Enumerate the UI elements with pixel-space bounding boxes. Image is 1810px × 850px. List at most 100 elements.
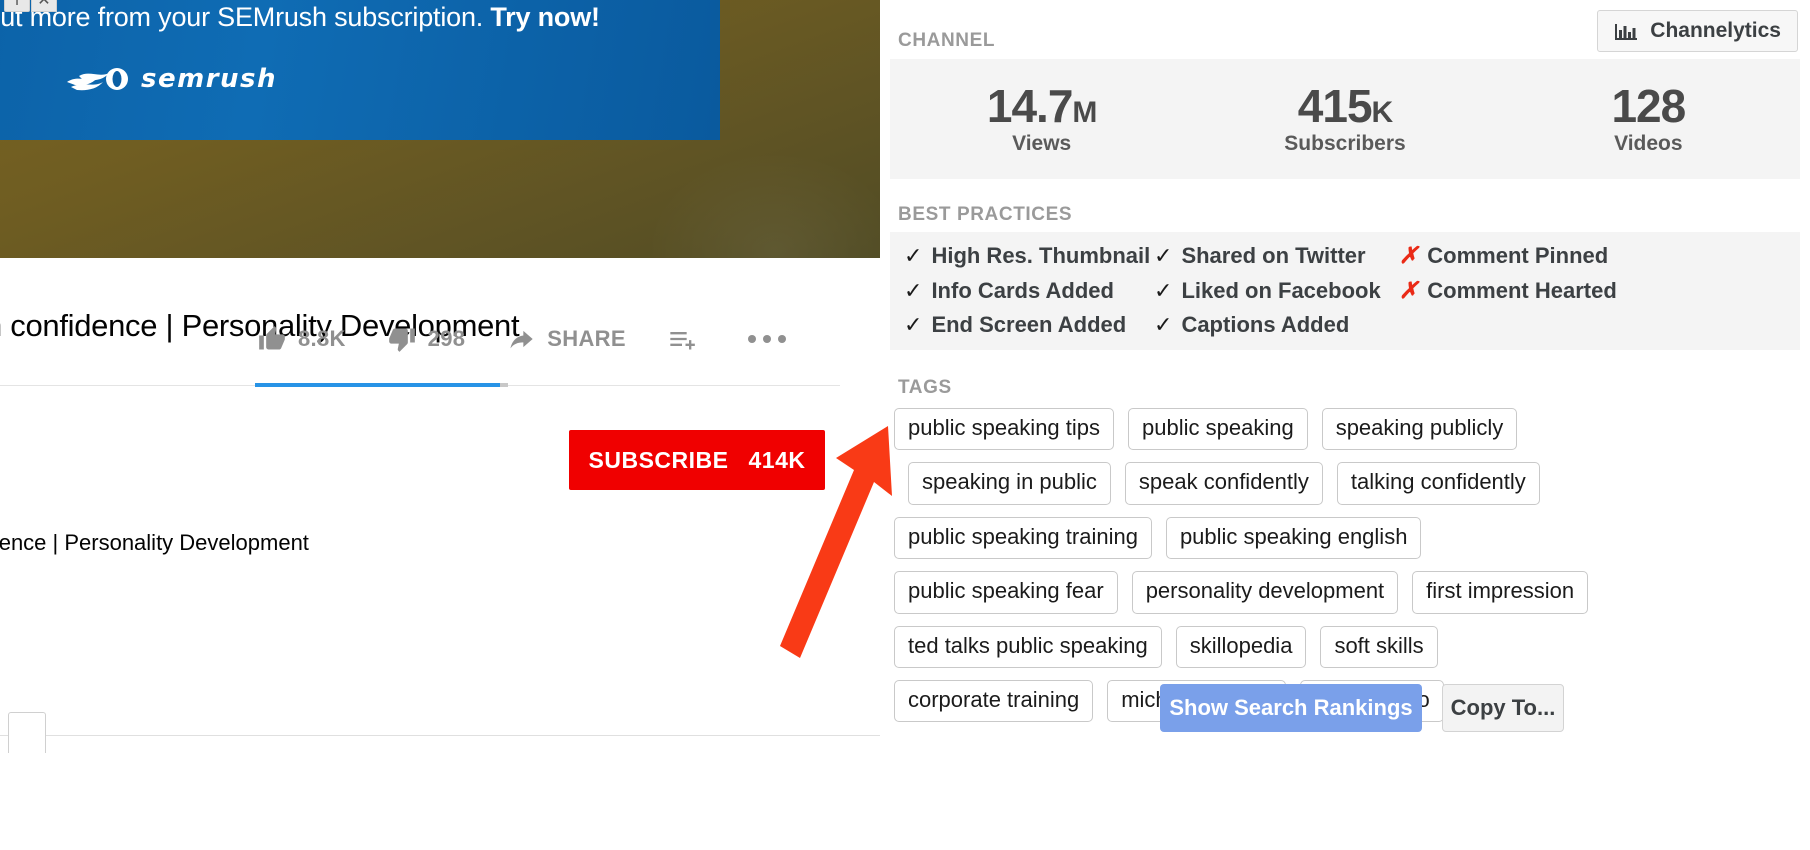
channel-stats-card: 14.7M Views 415K Subscribers 128 Videos [890, 59, 1800, 179]
like-count: 8.8K [298, 326, 346, 351]
tag-chip[interactable]: talking confidently [1336, 462, 1540, 505]
channel-section-label: CHANNEL [898, 30, 996, 51]
thumbs-down-icon [388, 325, 416, 353]
practice-label: Info Cards Added [931, 277, 1114, 303]
best-practices-card: ✓ High Res. Thumbnail ✓ Shared on Twitter … [890, 232, 1800, 350]
tag-chip[interactable]: speaking publicly [1321, 408, 1518, 451]
best-practices-grid: ✓ High Res. Thumbnail ✓ Shared on Twitter … [890, 242, 1800, 338]
stat-subscribers-label: Subscribers [1284, 132, 1406, 156]
share-button[interactable]: SHARE [507, 325, 626, 353]
practice-item: ✗ Comment Hearted [1399, 277, 1800, 304]
tag-row: ted talks public speaking skillopedia so… [894, 625, 1794, 668]
stat-subscribers-suffix: K [1371, 95, 1394, 129]
ad-headline: ut more from your SEMrush subscription. … [0, 2, 720, 33]
semrush-ad-banner[interactable]: ut more from your SEMrush subscription. … [0, 0, 720, 140]
tag-chip[interactable]: public speaking english [1165, 516, 1422, 560]
semrush-wordmark: semrush [141, 64, 278, 94]
show-search-rankings-button[interactable]: Show Search Rankings [1160, 684, 1422, 732]
stat-views-label: Views [1012, 132, 1072, 156]
practice-label: Comment Hearted [1427, 277, 1617, 303]
bar-chart-icon [1614, 21, 1638, 41]
ad-info-icon[interactable]: i [4, 0, 30, 12]
practice-label: Captions Added [1181, 312, 1350, 337]
stat-views-number: 14.7 [986, 79, 1074, 132]
stat-views-suffix: M [1072, 95, 1097, 129]
practice-label: High Res. Thumbnail [931, 242, 1151, 268]
youtube-watch-pane: ut more from your SEMrush subscription. … [0, 0, 880, 850]
dislike-count: 298 [427, 326, 466, 351]
tag-chip[interactable]: speaking in public [908, 462, 1111, 505]
stat-views: 14.7M Views [890, 59, 1193, 179]
check-icon: ✓ [1154, 242, 1173, 268]
dislike-button[interactable]: 298 [388, 325, 466, 353]
share-icon [507, 325, 535, 353]
check-icon: ✓ [904, 242, 923, 268]
bottom-left-control[interactable] [8, 712, 46, 753]
tag-chip[interactable]: corporate training [894, 679, 1094, 723]
tag-chip[interactable]: public speaking tips [894, 408, 1115, 451]
practice-item: ✓ Captions Added [1154, 312, 1399, 338]
tag-row: public speaking tips public speaking spe… [894, 408, 1794, 451]
dot-3 [777, 335, 786, 343]
subscriber-count: 414K [748, 446, 806, 473]
practice-label: Comment Pinned [1427, 242, 1609, 268]
stat-subscribers: 415K Subscribers [1193, 59, 1496, 179]
stat-subscribers-value: 415K [1297, 79, 1394, 132]
video-action-bar: 8.8K 298 SHARE [258, 325, 786, 353]
cross-icon: ✗ [1399, 242, 1419, 268]
bottom-divider [0, 735, 880, 736]
stat-videos-label: Videos [1614, 132, 1683, 156]
tag-chip[interactable]: soft skills [1320, 625, 1438, 668]
check-icon: ✓ [1154, 277, 1173, 303]
stat-subscribers-number: 415 [1297, 79, 1373, 132]
tags-section-label: TAGS [898, 377, 952, 398]
tag-chip[interactable]: public speaking training [894, 516, 1152, 560]
copy-to-button[interactable]: Copy To... [1442, 684, 1564, 732]
tag-chip[interactable]: ted talks public speaking [894, 625, 1162, 668]
more-actions-button[interactable] [747, 335, 786, 343]
cross-icon: ✗ [1399, 277, 1419, 303]
like-ratio-bar [255, 383, 505, 387]
practice-label: Shared on Twitter [1181, 242, 1366, 268]
like-button[interactable]: 8.8K [258, 325, 346, 353]
app-root: ut more from your SEMrush subscription. … [0, 0, 1810, 850]
like-ratio-bar-remainder [500, 383, 508, 387]
thumbs-up-icon [258, 325, 286, 353]
practice-item: ✗ Comment Pinned [1399, 242, 1800, 269]
practice-item: ✓ Liked on Facebook [1154, 277, 1399, 304]
best-practices-section-label: BEST PRACTICES [898, 204, 1073, 225]
tag-row: public speaking fear personality develop… [894, 571, 1794, 614]
stat-videos: 128 Videos [1497, 59, 1800, 179]
practice-item: ✓ Info Cards Added [904, 277, 1154, 304]
ad-close-icon[interactable]: ✕ [31, 0, 57, 12]
save-to-playlist-button[interactable] [668, 325, 696, 353]
tag-chip[interactable]: speak confidently [1124, 462, 1323, 505]
stat-videos-number: 128 [1611, 79, 1686, 132]
check-icon: ✓ [904, 277, 923, 303]
tag-chip[interactable]: personality development [1131, 571, 1399, 614]
practice-item: ✓ Shared on Twitter [1154, 242, 1399, 269]
flame-icon [65, 66, 131, 92]
practice-item: ✓ End Screen Added [904, 312, 1154, 338]
tag-chip[interactable]: public speaking fear [894, 571, 1118, 614]
stat-views-value: 14.7M [986, 79, 1098, 132]
tag-chip[interactable]: public speaking [1128, 408, 1308, 451]
share-label: SHARE [547, 326, 626, 351]
check-icon: ✓ [1154, 312, 1173, 337]
video-description: confidence | Personality Development [0, 530, 309, 555]
tag-row: public speaking training public speaking… [894, 516, 1794, 560]
stat-videos-value: 128 [1611, 79, 1686, 132]
dot-2 [762, 335, 771, 343]
practice-label: Liked on Facebook [1181, 277, 1381, 303]
subscribe-label: SUBSCRIBE [588, 446, 729, 473]
tubebuddy-panel: Channelytics CHANNEL 14.7M Views 415K Su… [880, 0, 1810, 850]
video-player[interactable]: ut more from your SEMrush subscription. … [0, 0, 880, 258]
tag-chip[interactable]: skillopedia [1175, 625, 1307, 668]
channelytics-button[interactable]: Channelytics [1597, 10, 1798, 52]
practice-item-empty [1399, 312, 1800, 338]
practice-item: ✓ High Res. Thumbnail [904, 242, 1154, 269]
dot-1 [747, 335, 756, 343]
subscribe-button[interactable]: SUBSCRIBE 414K [569, 430, 825, 490]
practice-label: End Screen Added [931, 312, 1127, 337]
tag-chip[interactable]: first impression [1412, 571, 1589, 614]
